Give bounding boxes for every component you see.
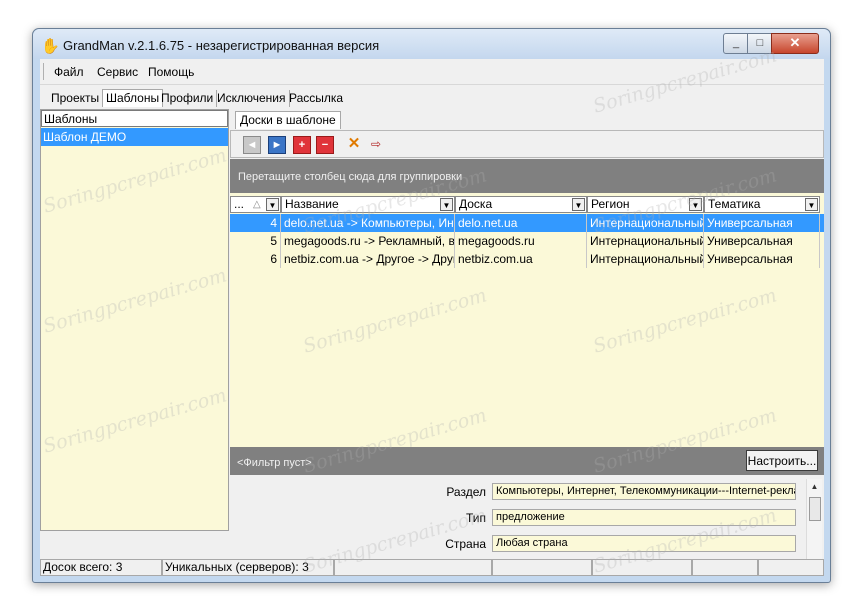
column-header-region[interactable]: Регион ▼ <box>587 196 704 213</box>
status-panel-7 <box>758 559 824 576</box>
menu-file[interactable]: Файл <box>54 65 84 79</box>
status-panel-6 <box>692 559 758 576</box>
templates-header[interactable]: Шаблоны <box>41 110 228 127</box>
boards-panel: Доски в шаблоне ◄ ► + − ✕ ⇨ Перетащите с… <box>230 109 824 574</box>
window-title: GrandMan v.2.1.6.75 - незарегистрированн… <box>63 38 380 53</box>
tab-exclusions[interactable]: Исключения <box>214 90 290 107</box>
sort-asc-icon: △ <box>253 199 261 210</box>
table-row[interactable]: 6 netbiz.com.ua -> Другое -> Другое netb… <box>230 250 824 268</box>
country-label: Страна <box>445 537 486 551</box>
first-record-icon[interactable]: ◄ <box>243 136 261 154</box>
client-area: Файл Сервис Помощь Проекты Шаблоны Профи… <box>40 59 824 576</box>
tab-templates[interactable]: Шаблоны <box>102 89 164 107</box>
tab-mailing[interactable]: Рассылка <box>286 90 346 107</box>
menu-service[interactable]: Сервис <box>97 65 138 79</box>
app-hand-icon: ✋ <box>41 38 60 55</box>
type-field[interactable]: предложение <box>492 509 796 526</box>
country-field[interactable]: Любая страна <box>492 535 796 552</box>
add-board-button[interactable]: + <box>293 136 311 154</box>
export-arrow-icon[interactable]: ⇨ <box>368 136 384 152</box>
configure-button[interactable]: Настроить... <box>746 450 818 471</box>
group-by-area[interactable]: Перетащите столбец сюда для группировки <box>230 159 824 193</box>
chevron-down-icon[interactable]: ▼ <box>689 198 702 211</box>
section-label: Раздел <box>446 485 486 499</box>
title-bar[interactable]: ✋ GrandMan v.2.1.6.75 - незарегистрирова… <box>33 29 830 59</box>
status-total-boards: Досок всего: 3 <box>40 559 162 576</box>
delete-x-icon[interactable]: ✕ <box>346 136 362 152</box>
status-bar: Досок всего: 3 Уникальных (серверов): 3 <box>40 559 824 576</box>
tab-projects[interactable]: Проекты <box>48 90 104 107</box>
chevron-down-icon[interactable]: ▼ <box>440 198 453 211</box>
chevron-down-icon[interactable]: ▼ <box>572 198 585 211</box>
minimize-button[interactable]: _ <box>723 33 749 54</box>
tab-profiles[interactable]: Профили <box>158 90 218 107</box>
column-header-board[interactable]: Доска ▼ <box>455 196 587 213</box>
status-panel-4 <box>492 559 592 576</box>
table-row[interactable]: 4 delo.net.ua -> Компьютеры, Интер delo.… <box>230 214 824 232</box>
remove-board-button[interactable]: − <box>316 136 334 154</box>
boards-grid: ... △ ▼ Название ▼ Доска ▼ Регион ▼ Тема… <box>230 193 824 447</box>
app-window: ✋ GrandMan v.2.1.6.75 - незарегистрирова… <box>32 28 831 583</box>
maximize-button[interactable]: □ <box>747 33 773 54</box>
close-button[interactable]: ✕ <box>771 33 819 54</box>
chevron-down-icon[interactable]: ▼ <box>266 198 279 211</box>
status-unique-servers: Уникальных (серверов): 3 <box>162 559 334 576</box>
status-panel-3 <box>334 559 492 576</box>
menu-help[interactable]: Помощь <box>148 65 194 79</box>
templates-list: Шаблоны Шаблон ДЕМО <box>40 109 229 531</box>
status-panel-5 <box>592 559 692 576</box>
type-label: Тип <box>465 511 486 525</box>
column-header-theme[interactable]: Тематика ▼ <box>704 196 820 213</box>
menu-bar: Файл Сервис Помощь <box>40 59 824 85</box>
boards-toolbar: ◄ ► + − ✕ ⇨ <box>230 130 824 158</box>
column-header-num[interactable]: ... △ ▼ <box>230 196 281 213</box>
scroll-thumb[interactable] <box>809 497 821 521</box>
template-item-demo[interactable]: Шаблон ДЕМО <box>41 128 228 146</box>
group-hint: Перетащите столбец сюда для группировки <box>238 171 463 183</box>
filter-bar: <Фильтр пуст> Настроить... <box>230 447 824 475</box>
main-tabs: Проекты Шаблоны Профили Исключения Рассы… <box>40 85 824 109</box>
column-header-name[interactable]: Название ▼ <box>281 196 455 213</box>
tab-boards-in-template[interactable]: Доски в шаблоне <box>235 111 341 129</box>
table-row[interactable]: 5 megagoods.ru -> Рекламный, выст megago… <box>230 232 824 250</box>
scroll-up-icon[interactable]: ▲ <box>807 480 822 493</box>
menu-grip <box>43 63 45 80</box>
filter-status: <Фильтр пуст> <box>237 457 312 469</box>
section-field[interactable]: Компьютеры, Интернет, Телекоммуникации--… <box>492 483 796 500</box>
last-record-icon[interactable]: ► <box>268 136 286 154</box>
chevron-down-icon[interactable]: ▼ <box>805 198 818 211</box>
